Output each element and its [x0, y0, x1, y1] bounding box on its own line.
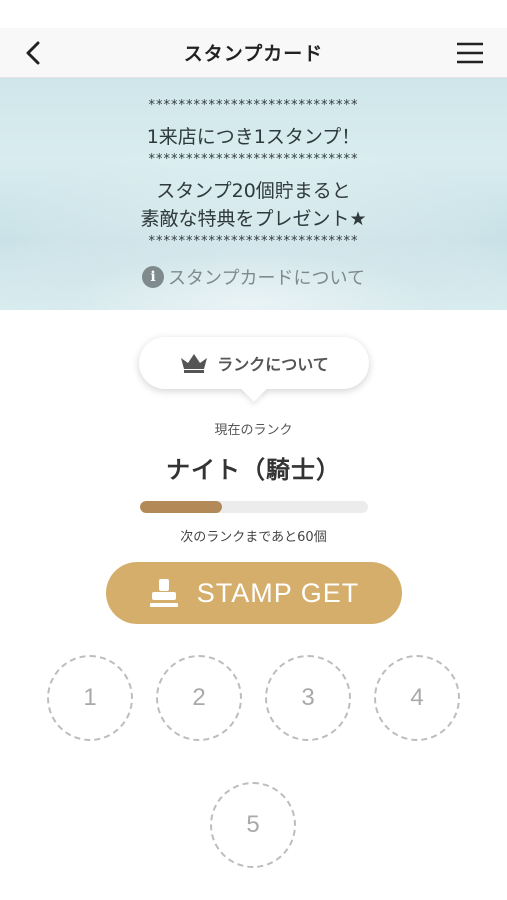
banner-line-3: 素敵な特典をプレゼント★ [140, 208, 367, 230]
stamp-slot-number: 5 [246, 811, 260, 838]
stamp-slot-number: 1 [83, 684, 97, 711]
banner-stars-top: **************************** [148, 98, 359, 113]
stamp-slot-number: 4 [410, 684, 424, 711]
stamp-slot: 4 [374, 655, 460, 741]
banner-line-1: 1来店につき1スタンプ！ [146, 126, 361, 148]
page-title: スタンプカード [183, 43, 324, 65]
stamp-slot-number: 3 [301, 684, 315, 711]
rank-progress-fill [140, 501, 223, 513]
rank-name: ナイト（騎士） [166, 456, 341, 484]
banner-stars-bottom: **************************** [148, 234, 359, 249]
app-header: スタンプカード [0, 28, 507, 78]
chevron-left-icon [26, 41, 40, 65]
next-rank-text: 次のランクまであと60個 [180, 530, 327, 545]
current-rank-label: 現在のランク [214, 423, 293, 438]
crown-icon [181, 354, 208, 373]
rank-progress-bar [140, 501, 368, 513]
about-stamp-card-link[interactable]: i スタンプカードについて [0, 264, 507, 290]
info-icon: i [142, 266, 165, 288]
stamp-slot: 1 [47, 655, 133, 741]
about-rank-button[interactable]: ランクについて [139, 337, 369, 389]
stamp-slot: 2 [156, 655, 242, 741]
menu-button[interactable] [455, 38, 485, 68]
about-rank-label: ランクについて [217, 355, 329, 374]
stamp-icon [149, 579, 178, 607]
stamp-slot: 3 [265, 655, 351, 741]
about-stamp-card-label: スタンプカードについて [168, 268, 365, 289]
back-button[interactable] [18, 38, 48, 68]
stamp-get-button[interactable]: STAMP GET [106, 562, 402, 624]
banner-line-2: スタンプ20個貯まると [156, 180, 351, 202]
stamp-get-label: STAMP GET [196, 577, 360, 608]
hamburger-menu-icon [457, 42, 483, 64]
banner-stars-middle: **************************** [148, 152, 359, 167]
stamp-slot: 5 [210, 782, 296, 868]
stamp-slot-number: 2 [192, 684, 206, 711]
